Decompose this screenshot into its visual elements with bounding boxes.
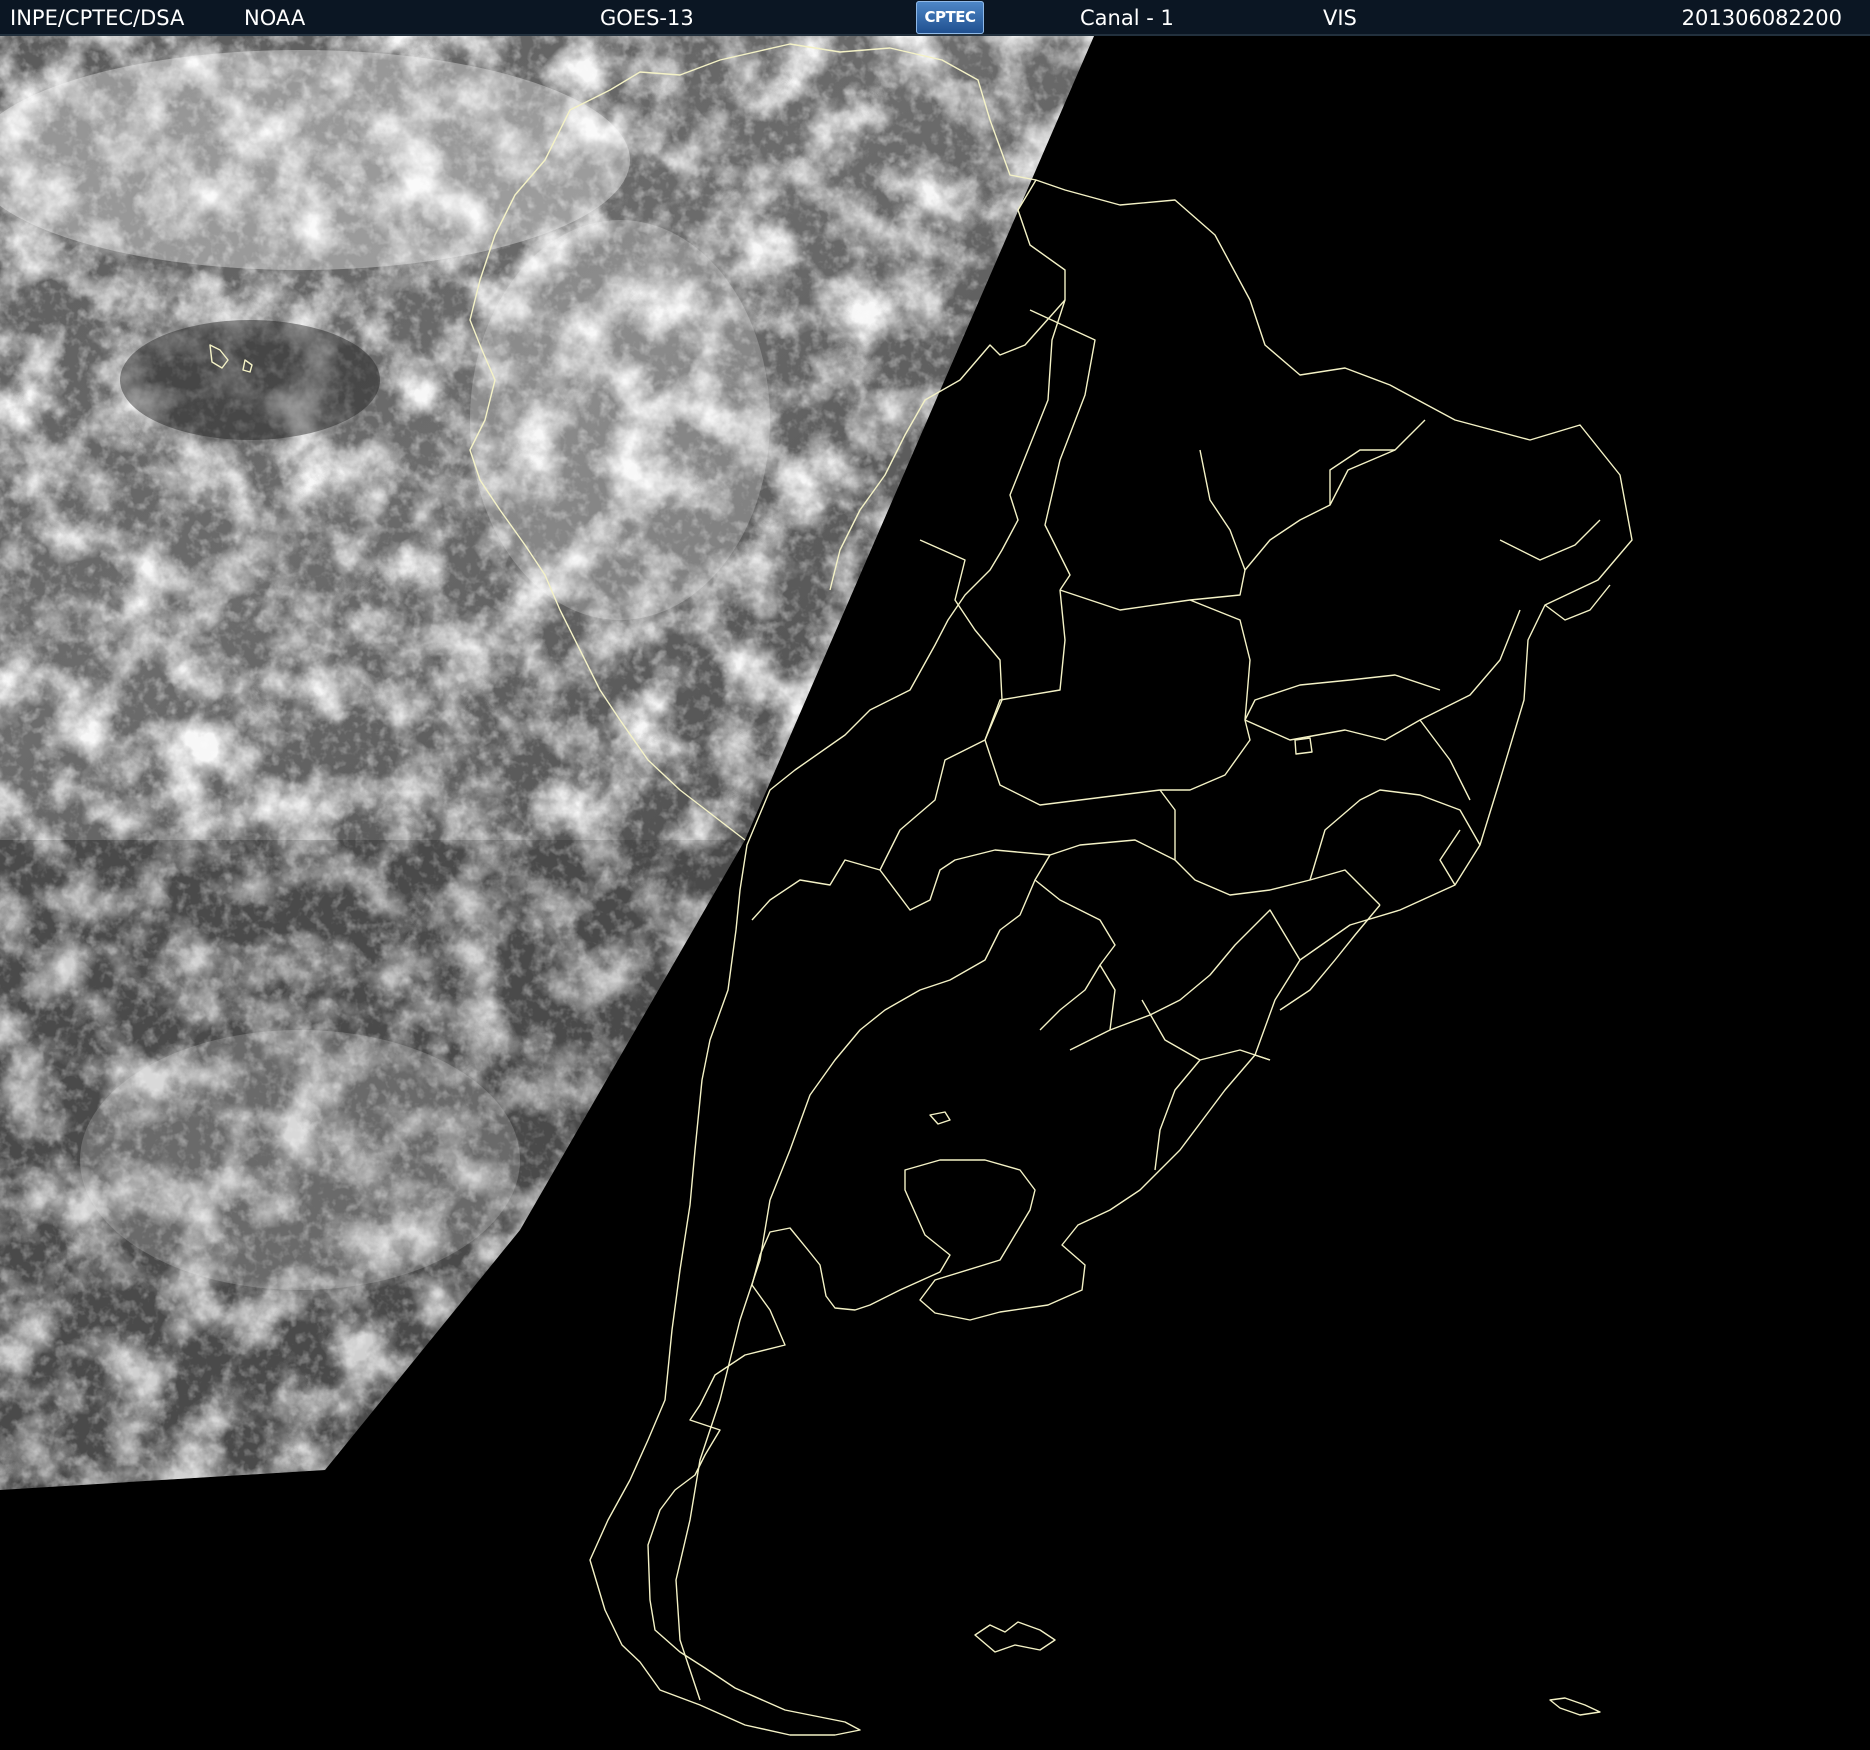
cptec-logo-icon: CPTEC [916,1,984,34]
organization-label: INPE/CPTEC/DSA [10,6,185,30]
image-header-bar: INPE/CPTEC/DSA NOAA GOES-13 CPTEC Canal … [0,0,1870,36]
satellite-label: GOES-13 [600,6,694,30]
satellite-image-viewer: INPE/CPTEC/DSA NOAA GOES-13 CPTEC Canal … [0,0,1870,1750]
channel-label: Canal - 1 [1080,6,1174,30]
band-label: VIS [1323,6,1357,30]
logo-text: CPTEC [924,8,977,26]
timestamp-label: 201306082200 [1681,6,1842,30]
agency-label: NOAA [244,6,306,30]
satellite-image [0,36,1870,1750]
